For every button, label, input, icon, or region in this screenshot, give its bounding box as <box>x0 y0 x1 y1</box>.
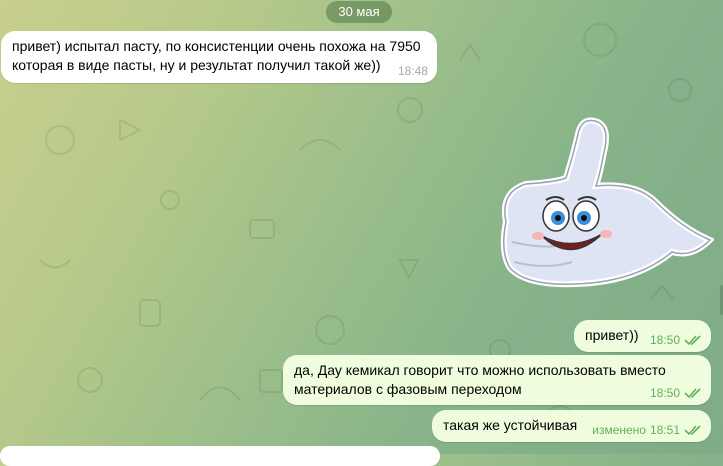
message-text: привет)) <box>585 327 639 343</box>
message-time: 18:50 <box>649 333 680 347</box>
smiling-thumbs-up-sticker[interactable] <box>486 112 714 298</box>
message-meta: 18:50 <box>650 333 702 347</box>
message-text: такая же устойчивая <box>443 417 578 433</box>
message-bubble-outgoing[interactable]: такая же устойчивая изменено 18:51 <box>432 410 711 442</box>
message-bubble-outgoing[interactable]: да, Дау кемикал говорит что можно исполь… <box>283 355 711 405</box>
message-meta: 18:50 <box>650 386 702 400</box>
message-time: 18:50 <box>649 386 680 400</box>
message-bubble-incoming-partial[interactable] <box>0 446 440 466</box>
message-meta: 18:48 <box>398 64 428 78</box>
double-check-icon <box>684 335 701 346</box>
message-bubble-outgoing[interactable]: привет)) 18:50 <box>574 320 711 352</box>
double-check-icon <box>684 425 701 436</box>
message-text: да, Дау кемикал говорит что можно исполь… <box>294 362 666 397</box>
message-time: 18:51 <box>649 423 680 437</box>
date-separator: 30 мая <box>326 1 392 23</box>
message-text: привет) испытал пасту, по консистенции о… <box>12 38 421 73</box>
message-bubble-incoming[interactable]: привет) испытал пасту, по консистенции о… <box>1 31 437 83</box>
message-time: 18:48 <box>397 64 428 78</box>
edited-label: изменено <box>592 423 646 437</box>
double-check-icon <box>684 388 701 399</box>
message-meta: изменено 18:51 <box>592 423 702 437</box>
